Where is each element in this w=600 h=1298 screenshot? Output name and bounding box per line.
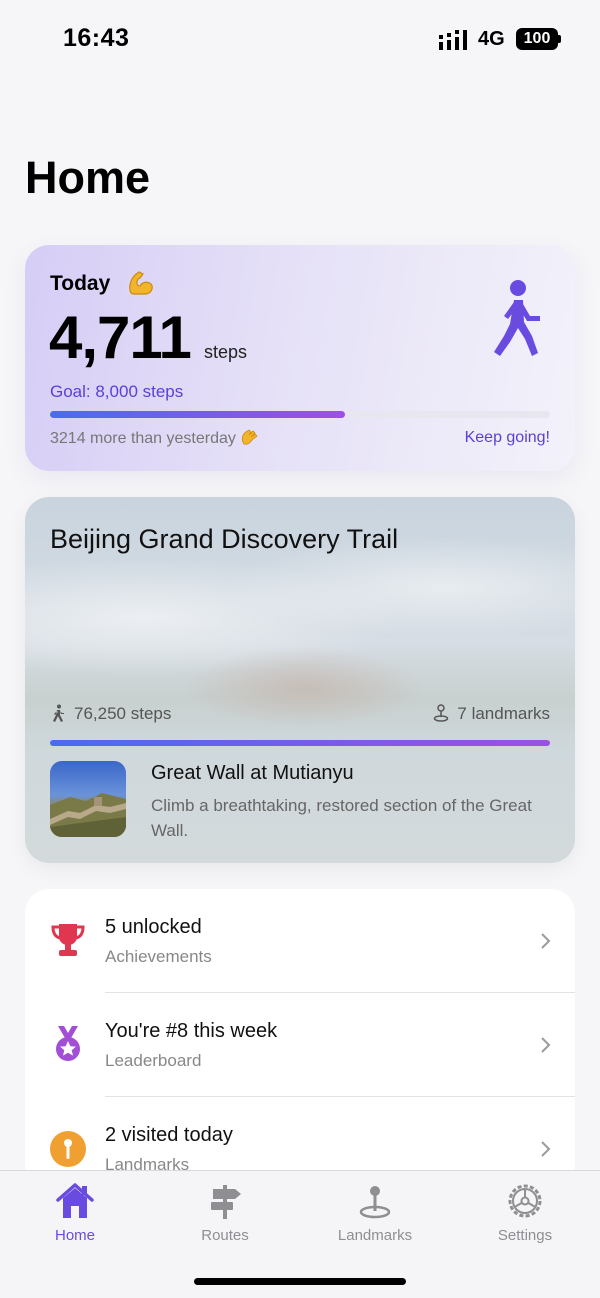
landmark-description: Climb a breathtaking, restored section o… bbox=[151, 796, 532, 840]
tab-settings[interactable]: Settings bbox=[450, 1171, 600, 1251]
today-steps-card[interactable]: Today 4,711 steps Goal: 8,000 steps 3214… bbox=[25, 245, 575, 471]
page-title: Home bbox=[25, 152, 151, 203]
trophy-icon bbox=[51, 924, 85, 956]
trail-title: Beijing Grand Discovery Trail bbox=[50, 524, 399, 554]
tab-home[interactable]: Home bbox=[0, 1171, 150, 1251]
clapping-hands-icon bbox=[241, 429, 258, 445]
achievements-subtitle: Achievements bbox=[105, 947, 212, 966]
tab-settings-label: Settings bbox=[497, 1227, 553, 1244]
today-label: Today bbox=[50, 272, 111, 295]
tab-home-label: Home bbox=[54, 1227, 95, 1244]
steps-progress-track bbox=[50, 411, 550, 418]
achievements-title: 5 unlocked bbox=[105, 916, 202, 938]
gear-icon bbox=[508, 1184, 542, 1218]
landmark-thumbnail[interactable] bbox=[50, 761, 126, 837]
leaderboard-title: You're #8 this week bbox=[105, 1020, 278, 1042]
status-bar: 16:43 4G 100 bbox=[0, 0, 600, 80]
landmark-pin-icon bbox=[434, 704, 449, 722]
home-indicator bbox=[194, 1278, 406, 1285]
steps-goal: Goal: 8,000 steps bbox=[50, 382, 184, 401]
chevron-right-icon bbox=[541, 1141, 551, 1157]
trail-landmarks-text: 7 landmarks bbox=[457, 704, 550, 723]
steps-progress-fill bbox=[50, 411, 345, 418]
leaderboard-subtitle: Leaderboard bbox=[105, 1051, 202, 1070]
trail-steps-text: 76,250 steps bbox=[74, 704, 172, 723]
steps-comparison: 3214 more than yesterday bbox=[50, 428, 260, 448]
tab-routes-label: Routes bbox=[201, 1227, 249, 1244]
comparison-text: 3214 more than yesterday bbox=[50, 430, 236, 447]
trail-card[interactable]: Beijing Grand Discovery Trail 76,250 ste… bbox=[25, 497, 575, 863]
leaderboard-row[interactable]: You're #8 this week Leaderboard bbox=[25, 993, 575, 1097]
chevron-right-icon bbox=[541, 1037, 551, 1053]
steps-unit: steps bbox=[204, 342, 248, 362]
signal-icon bbox=[439, 30, 467, 50]
trail-landmarks: 7 landmarks bbox=[433, 704, 550, 724]
tab-landmarks-label: Landmarks bbox=[337, 1227, 413, 1244]
status-time: 16:43 bbox=[63, 24, 130, 52]
encouragement-text: Keep going! bbox=[464, 429, 550, 446]
landmarks-title: 2 visited today bbox=[105, 1124, 233, 1146]
flexed-biceps-icon bbox=[129, 271, 153, 295]
steps-count: 4,711 bbox=[49, 304, 192, 371]
walking-person-icon bbox=[494, 280, 540, 356]
achievements-row[interactable]: 5 unlocked Achievements bbox=[25, 889, 575, 993]
pin-icon bbox=[50, 1131, 86, 1167]
great-wall-image bbox=[50, 793, 126, 837]
tab-landmarks[interactable]: Landmarks bbox=[300, 1171, 450, 1251]
landmark-name: Great Wall at Mutianyu bbox=[151, 762, 354, 784]
stats-list: 5 unlocked Achievements You're #8 this w… bbox=[25, 889, 575, 1189]
medal-icon bbox=[56, 1026, 80, 1061]
map-pin-icon bbox=[359, 1186, 391, 1219]
battery-nub bbox=[558, 35, 561, 43]
tab-routes[interactable]: Routes bbox=[150, 1171, 300, 1251]
battery-icon: 100 bbox=[516, 28, 558, 50]
chevron-right-icon bbox=[541, 933, 551, 949]
walking-small-icon bbox=[53, 704, 64, 722]
trail-steps: 76,250 steps bbox=[50, 704, 171, 724]
house-icon bbox=[56, 1183, 94, 1218]
network-type: 4G bbox=[478, 28, 505, 50]
signpost-icon bbox=[211, 1185, 241, 1219]
trail-progress-bar bbox=[50, 740, 550, 746]
